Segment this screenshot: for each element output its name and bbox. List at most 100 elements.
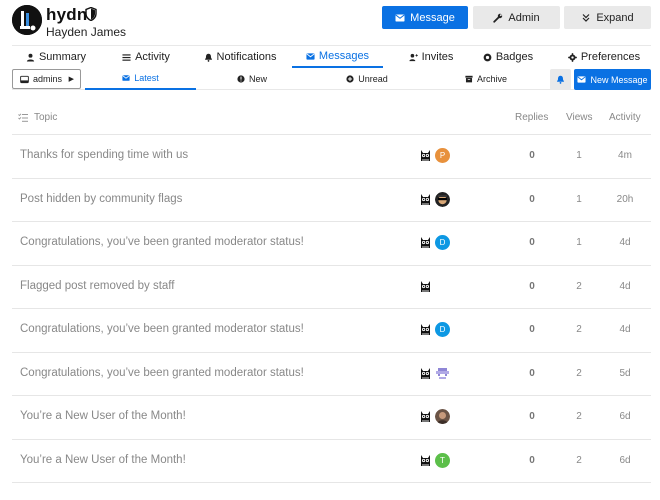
column-header-replies[interactable]: Replies	[515, 112, 548, 123]
full-name: Hayden James	[46, 25, 127, 39]
tab-preferences[interactable]: Preferences	[557, 46, 651, 68]
archive-icon	[465, 75, 473, 83]
activity-time[interactable]: 6d	[610, 411, 640, 422]
tab-messages[interactable]: Messages	[292, 46, 383, 68]
views-count: 1	[576, 193, 582, 205]
user-avatar[interactable]	[12, 5, 42, 35]
owl-avatar[interactable]	[418, 235, 433, 250]
replies-count: 0	[529, 280, 535, 292]
table-row[interactable]: You’re a New User of the Month! T 0 2 6d	[12, 440, 651, 483]
filter-unread-label: Unread	[358, 74, 388, 84]
activity-time[interactable]: 4d	[610, 237, 640, 248]
activity-time[interactable]: 4m	[610, 150, 640, 161]
tab-summary[interactable]: Summary	[12, 46, 100, 68]
tab-invites-label: Invites	[421, 51, 454, 63]
column-header-topic[interactable]: Topic	[34, 112, 57, 123]
owl-avatar[interactable]	[418, 452, 433, 468]
table-row[interactable]: You’re a New User of the Month! 0 2 6d	[12, 396, 651, 440]
avatar-letter: T	[440, 455, 445, 465]
filter-archive[interactable]: Archive	[426, 68, 546, 90]
tab-preferences-label: Preferences	[580, 51, 641, 63]
topic-title-link[interactable]: You’re a New User of the Month!	[20, 454, 186, 466]
topic-list-header: Topic Replies Views Activity	[12, 101, 651, 135]
topic-title-link[interactable]: Thanks for spending time with us	[20, 149, 188, 161]
expand-button-label: Expand	[596, 11, 634, 24]
owl-avatar[interactable]	[418, 322, 433, 337]
envelope-icon	[306, 52, 315, 60]
group-selector-label: admins	[33, 74, 63, 84]
owl-avatar[interactable]	[418, 365, 433, 381]
message-button[interactable]: Message	[382, 6, 468, 29]
tab-badges[interactable]: Badges	[475, 46, 541, 68]
posters	[418, 278, 433, 295]
admin-button[interactable]: Admin	[473, 6, 560, 29]
poster-avatar[interactable]: T	[435, 452, 450, 468]
views-count: 1	[576, 150, 582, 161]
topic-title-link[interactable]: Flagged post removed by staff	[20, 280, 175, 292]
wrench-icon	[493, 13, 503, 23]
new-message-button[interactable]: New Message	[574, 69, 651, 90]
notification-level-button[interactable]	[550, 69, 571, 90]
gear-icon	[568, 52, 577, 62]
poster-avatar[interactable]: P	[435, 148, 450, 163]
sunglasses-avatar[interactable]	[435, 191, 450, 207]
topic-title-link[interactable]: You’re a New User of the Month!	[20, 410, 186, 422]
poster-avatar[interactable]: D	[435, 235, 450, 250]
owl-avatar[interactable]	[418, 191, 433, 207]
views-count: 1	[576, 237, 582, 248]
activity-time[interactable]: 5d	[610, 368, 640, 379]
photo-avatar[interactable]	[435, 409, 450, 424]
replies-count: 0	[529, 193, 535, 205]
owl-avatar[interactable]	[418, 148, 433, 163]
tab-badges-label: Badges	[495, 51, 534, 63]
message-button-label: Message	[410, 11, 455, 24]
column-header-views[interactable]: Views	[566, 112, 593, 123]
views-count: 2	[576, 280, 582, 292]
tab-invites[interactable]: Invites	[395, 46, 467, 68]
posters	[418, 409, 450, 425]
tab-activity[interactable]: Activity	[106, 46, 186, 68]
select-list-icon[interactable]	[18, 113, 28, 122]
topic-title-link[interactable]: Congratulations, you’ve been granted mod…	[20, 236, 304, 248]
topic-title-link[interactable]: Post hidden by community flags	[20, 193, 182, 205]
activity-time[interactable]: 20h	[610, 194, 640, 205]
activity-time[interactable]: 6d	[610, 455, 640, 466]
caret-right-icon: ▶	[68, 76, 74, 83]
views-count: 2	[576, 324, 582, 335]
group-selector-dropdown[interactable]: admins ▶	[12, 69, 81, 89]
tab-messages-label: Messages	[318, 50, 370, 62]
posters: D	[418, 322, 450, 338]
table-row[interactable]: Flagged post removed by staff 0 2 4d	[12, 266, 651, 309]
inbox-icon	[20, 75, 29, 83]
badge-icon	[483, 53, 492, 61]
pixel-avatar[interactable]	[435, 365, 450, 381]
topic-title-link[interactable]: Congratulations, you’ve been granted mod…	[20, 323, 304, 335]
user-nav: Summary Activity Notifications Messages …	[12, 45, 651, 68]
owl-avatar[interactable]	[418, 409, 433, 424]
table-row[interactable]: Congratulations, you’ve been granted mod…	[12, 353, 651, 396]
topic-title-link[interactable]: Congratulations, you’ve been granted mod…	[20, 367, 304, 379]
user-icon	[26, 53, 35, 62]
double-chevron-down-icon	[582, 13, 590, 22]
tab-activity-label: Activity	[135, 51, 170, 63]
column-header-activity[interactable]: Activity	[609, 112, 641, 123]
filter-latest[interactable]: Latest	[85, 68, 196, 90]
tab-notifications[interactable]: Notifications	[192, 46, 288, 68]
profile-header: hydn Hayden James Message Admin Expand	[0, 0, 660, 44]
table-row[interactable]: Congratulations, you’ve been granted mod…	[12, 222, 651, 266]
filter-latest-label: Latest	[134, 73, 159, 83]
owl-avatar[interactable]	[418, 278, 433, 294]
filter-unread[interactable]: Unread	[308, 68, 426, 90]
activity-time[interactable]: 4d	[610, 281, 640, 292]
table-row[interactable]: Thanks for spending time with us P 0 1 4m	[12, 135, 651, 179]
messages-subnav: admins ▶ Latest New Unread Archive New M…	[12, 68, 651, 90]
expand-button[interactable]: Expand	[564, 6, 651, 29]
filter-new[interactable]: New	[196, 68, 308, 90]
table-row[interactable]: Congratulations, you’ve been granted mod…	[12, 309, 651, 353]
activity-time[interactable]: 4d	[610, 324, 640, 335]
poster-avatar[interactable]: D	[435, 322, 450, 337]
posters: D	[418, 235, 450, 251]
avatar-letter: P	[439, 151, 446, 160]
table-row[interactable]: Post hidden by community flags 0 1 20h	[12, 179, 651, 222]
views-count: 2	[576, 411, 582, 422]
